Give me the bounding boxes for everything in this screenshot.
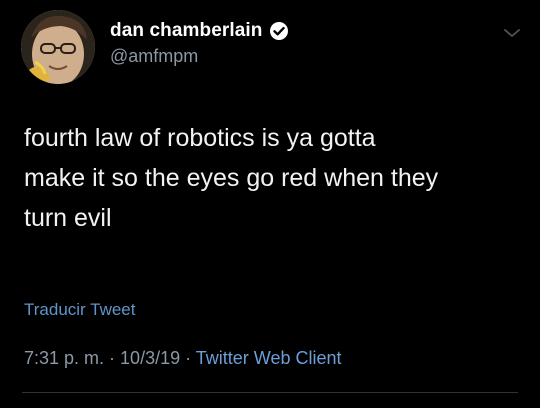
tweet-text: fourth law of robotics is ya gotta make …: [24, 124, 439, 232]
tweet-card: dan chamberlain @amfmpm fourth law of ro…: [0, 0, 540, 408]
avatar-photo: [21, 10, 95, 84]
display-name[interactable]: dan chamberlain: [110, 20, 263, 42]
translate-tweet-link[interactable]: Traducir Tweet: [24, 300, 136, 320]
meta-separator: ·: [104, 348, 121, 368]
verified-badge-icon: [269, 21, 289, 41]
tweet-meta: 7:31 p. m. · 10/3/19 · Twitter Web Clien…: [24, 348, 342, 369]
chevron-down-icon[interactable]: [502, 26, 522, 40]
meta-separator: ·: [180, 348, 196, 368]
avatar[interactable]: [21, 10, 95, 84]
tweet-date[interactable]: 10/3/19: [120, 348, 180, 368]
divider: [22, 392, 518, 393]
tweet-client[interactable]: Twitter Web Client: [196, 348, 342, 368]
user-handle[interactable]: @amfmpm: [110, 46, 198, 67]
name-row: dan chamberlain: [110, 18, 289, 44]
tweet-time[interactable]: 7:31 p. m.: [24, 348, 104, 368]
